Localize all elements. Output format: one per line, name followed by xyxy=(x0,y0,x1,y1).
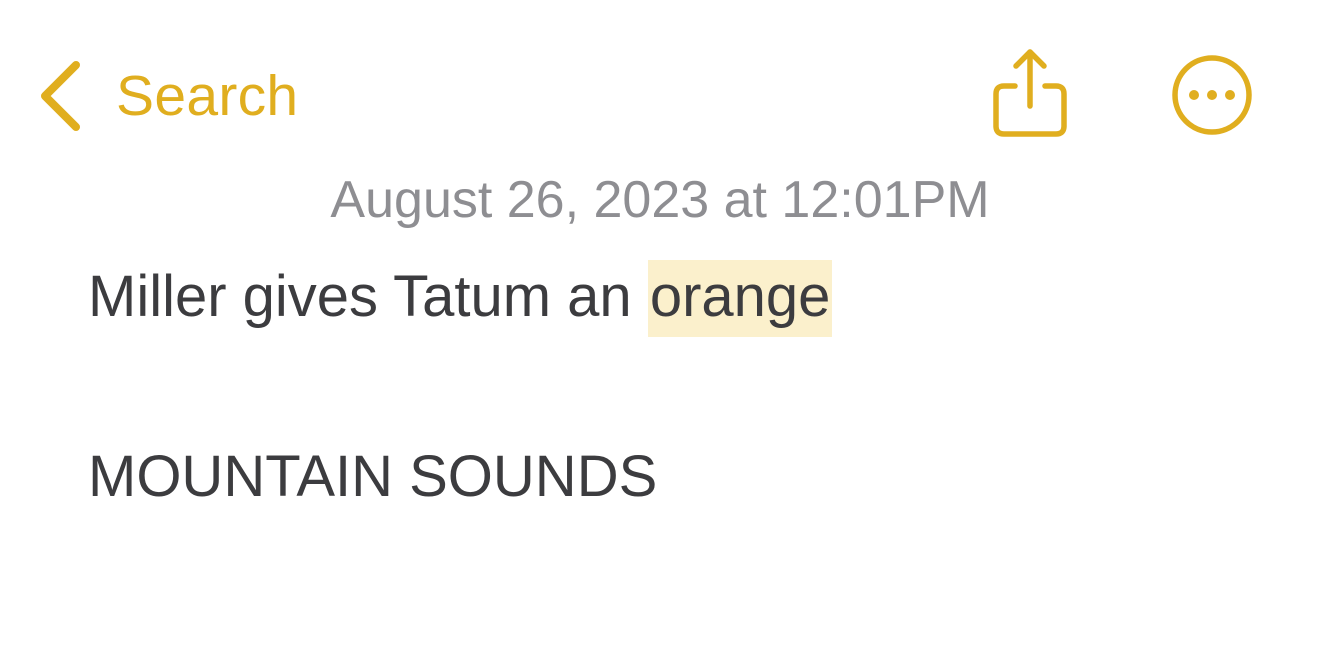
share-icon xyxy=(990,49,1070,144)
note-line: Miller gives Tatum an orange xyxy=(88,260,1268,337)
chevron-left-icon xyxy=(36,59,82,133)
note-date: August 26, 2023 at 12:01PM xyxy=(330,171,990,229)
more-button[interactable] xyxy=(1168,52,1256,140)
note-screen: Search August 26, 2023 at 12:01PM Miller… xyxy=(0,0,1320,652)
navigation-bar: Search xyxy=(0,0,1320,170)
back-button-label: Search xyxy=(116,63,299,128)
note-line-text: Miller gives Tatum an xyxy=(88,264,648,329)
ellipsis-circle-icon xyxy=(1168,55,1256,144)
search-match-highlight: orange xyxy=(647,260,833,337)
note-body[interactable]: Miller gives Tatum an orange MOUNTAIN SO… xyxy=(88,260,1268,512)
note-line: MOUNTAIN SOUNDS xyxy=(88,444,658,509)
back-button[interactable]: Search xyxy=(36,54,298,138)
share-button[interactable] xyxy=(990,46,1070,140)
